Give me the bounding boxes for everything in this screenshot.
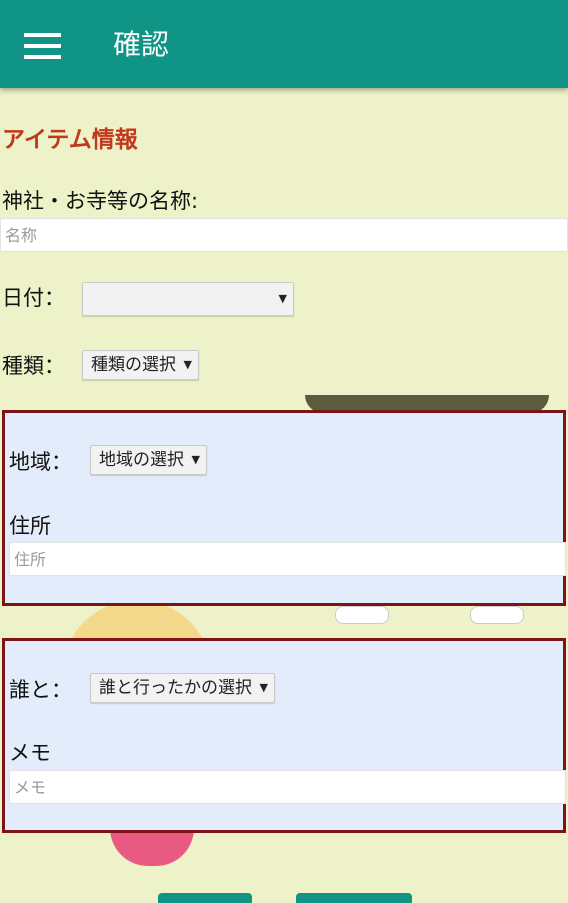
background-illustration-cloud [335, 606, 389, 624]
type-label: 種類： [2, 354, 65, 378]
section-heading: アイテム情報 [2, 127, 138, 153]
memo-input[interactable] [9, 770, 566, 804]
region-select[interactable]: 地域の選択 ▼ [90, 445, 207, 475]
chevron-down-icon: ▼ [259, 681, 268, 694]
companion-label: 誰と： [9, 678, 72, 702]
type-select[interactable]: 種類の選択 ▼ [82, 350, 199, 380]
companion-box: 誰と： 誰と行ったかの選択 ▼ メモ [2, 638, 566, 833]
memo-label: メモ [9, 741, 51, 765]
chevron-down-icon: ▼ [183, 358, 192, 371]
companion-select-value: 誰と行ったかの選択 [99, 678, 252, 698]
region-select-value: 地域の選択 [99, 450, 184, 470]
page-title: 確認 [113, 28, 170, 61]
region-box: 地域： 地域の選択 ▼ 住所 [2, 410, 566, 606]
name-label: 神社・お寺等の名称: [2, 189, 199, 213]
companion-select[interactable]: 誰と行ったかの選択 ▼ [90, 673, 275, 703]
bottom-button[interactable] [158, 893, 252, 903]
hamburger-menu-icon[interactable] [24, 33, 61, 59]
date-select[interactable]: ▼ [82, 282, 294, 316]
app-bar: 確認 [0, 0, 568, 88]
address-label: 住所 [9, 514, 51, 538]
address-input[interactable] [9, 542, 566, 576]
background-illustration-figure [110, 828, 194, 866]
name-input[interactable] [0, 218, 568, 252]
date-label: 日付： [2, 286, 65, 310]
bottom-button[interactable] [296, 893, 412, 903]
chevron-down-icon: ▼ [278, 292, 287, 305]
chevron-down-icon: ▼ [191, 453, 200, 466]
region-label: 地域： [9, 450, 72, 474]
background-illustration-cloud [470, 606, 524, 624]
type-select-value: 種類の選択 [91, 355, 176, 375]
